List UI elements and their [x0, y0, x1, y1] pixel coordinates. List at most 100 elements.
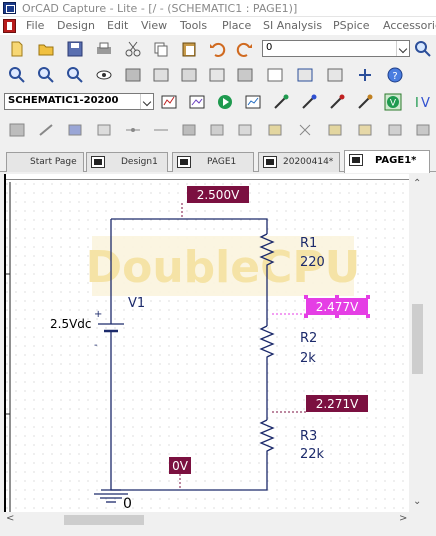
part-search-value: 0	[266, 42, 273, 53]
tab-design1[interactable]: Design1	[86, 152, 168, 172]
bias-voltage-2477-label: 2.477V	[316, 300, 359, 314]
project-manager-icon[interactable]	[296, 66, 314, 84]
menu-edit[interactable]: Edit	[107, 19, 128, 32]
scroll-down-icon[interactable]: ⌄	[413, 496, 421, 507]
place-bus-entry-icon[interactable]	[152, 121, 170, 139]
vertical-scrollbar[interactable]: ⌃ ⌄	[409, 174, 426, 512]
place-pin-icon[interactable]	[386, 121, 404, 139]
bias-voltage-2500-label: 2.500V	[197, 188, 240, 202]
save-icon[interactable]	[66, 40, 84, 58]
place-ground-icon[interactable]	[208, 121, 226, 139]
bias-voltage-2271-label: 2.271V	[316, 397, 359, 411]
enable-bias-current-display-icon[interactable]: IV	[412, 93, 430, 111]
menu-place[interactable]: Place	[222, 19, 251, 32]
help-icon[interactable]: ?	[386, 66, 404, 84]
svg-text:I: I	[415, 96, 419, 111]
tab-page1[interactable]: PAGE1	[172, 152, 254, 172]
current-marker-icon[interactable]	[328, 93, 346, 111]
undo-icon[interactable]	[208, 40, 226, 58]
tab-start-page[interactable]: Start Page	[6, 152, 84, 172]
place-part-icon[interactable]	[8, 121, 26, 139]
netlist-icon[interactable]	[180, 66, 198, 84]
print-icon[interactable]	[95, 40, 113, 58]
new-file-icon[interactable]	[8, 40, 26, 58]
new-simulation-profile-icon[interactable]	[160, 93, 178, 111]
svg-text:?: ?	[392, 71, 397, 82]
place-graphic-icon[interactable]	[356, 121, 374, 139]
copy-icon[interactable]	[152, 40, 170, 58]
power-marker-icon[interactable]	[356, 93, 374, 111]
part-search-combo[interactable]: 0	[262, 40, 410, 57]
help-topics-icon[interactable]	[326, 66, 344, 84]
design-rules-icon[interactable]	[152, 66, 170, 84]
zoom-in-icon[interactable]	[8, 66, 26, 84]
scroll-right-icon[interactable]: >	[399, 513, 407, 524]
voltage-marker-icon[interactable]	[272, 93, 290, 111]
open-folder-icon[interactable]	[37, 40, 55, 58]
snap-to-grid-icon[interactable]	[266, 66, 284, 84]
schematic-select-combo[interactable]: SCHEMATIC1-20200	[4, 93, 154, 110]
v1-value-label[interactable]: 2.5Vdc	[50, 317, 92, 331]
edit-simulation-profile-icon[interactable]	[188, 93, 206, 111]
cross-reference-icon[interactable]	[208, 66, 226, 84]
standard-toolbar: 0	[0, 36, 436, 62]
place-no-connect-icon[interactable]	[296, 121, 314, 139]
redo-icon[interactable]	[236, 40, 254, 58]
zoom-area-icon[interactable]	[66, 66, 84, 84]
chevron-down-icon[interactable]	[140, 94, 153, 109]
place-text-icon[interactable]	[326, 121, 344, 139]
r2-value-label[interactable]: 2k	[300, 351, 316, 366]
draw-toolbar	[0, 117, 436, 143]
r3-value-label[interactable]: 22k	[300, 447, 325, 462]
schematic-canvas[interactable]: DoubleCPU V1 2.5Vdc + - R1 220 R2 2k R3 …	[4, 174, 409, 512]
scroll-left-icon[interactable]: <	[6, 513, 14, 524]
cut-icon[interactable]	[124, 40, 142, 58]
svg-text:V: V	[421, 96, 430, 111]
r2-name-label[interactable]: R2	[300, 331, 317, 346]
run-pspice-icon[interactable]	[216, 93, 234, 111]
place-junction-icon[interactable]	[124, 121, 142, 139]
enable-bias-voltage-display-icon[interactable]: V	[384, 93, 402, 111]
place-power-icon[interactable]	[180, 121, 198, 139]
place-bus-icon[interactable]	[95, 121, 113, 139]
ground-net-label[interactable]: 0	[123, 496, 132, 512]
place-wire-icon[interactable]	[37, 121, 55, 139]
place-port-icon[interactable]	[266, 121, 284, 139]
tab-page1-active[interactable]: PAGE1*	[344, 150, 430, 173]
horizontal-scrollbar[interactable]: < >	[4, 512, 426, 528]
place-table-icon[interactable]	[414, 121, 432, 139]
menu-si-analysis[interactable]: SI Analysis	[263, 19, 322, 32]
view-toolbar: ?	[0, 62, 436, 88]
schematic-select-value: SCHEMATIC1-20200	[8, 95, 119, 106]
view-simulation-results-icon[interactable]	[244, 93, 262, 111]
menu-accessories[interactable]: Accessories	[383, 19, 436, 32]
menu-bar: File Design Edit View Tools Place SI Ana…	[0, 17, 436, 35]
bill-of-materials-icon[interactable]	[236, 66, 254, 84]
horizontal-scroll-thumb[interactable]	[64, 515, 144, 525]
zoom-search-icon[interactable]	[414, 40, 432, 58]
paste-icon[interactable]	[180, 40, 198, 58]
menu-pspice[interactable]: PSpice	[333, 19, 369, 32]
annotate-icon[interactable]	[124, 66, 142, 84]
place-net-alias-icon[interactable]	[66, 121, 84, 139]
orcad-app-icon	[3, 2, 16, 14]
zoom-out-icon[interactable]	[37, 66, 55, 84]
tab-20200414[interactable]: 20200414*	[258, 152, 340, 172]
eye-icon[interactable]	[95, 66, 113, 84]
menu-design[interactable]: Design	[57, 19, 95, 32]
vertical-scroll-thumb[interactable]	[412, 304, 423, 374]
voltage-differential-marker-icon[interactable]	[300, 93, 318, 111]
r3-name-label[interactable]: R3	[300, 429, 317, 444]
v1-name-label[interactable]: V1	[128, 296, 145, 311]
scroll-up-icon[interactable]: ⌃	[413, 178, 421, 189]
r1-name-label[interactable]: R1	[300, 236, 317, 251]
menu-view[interactable]: View	[141, 19, 167, 32]
menu-file[interactable]: File	[26, 19, 44, 32]
place-off-page-connector-icon[interactable]	[236, 121, 254, 139]
r1-value-label[interactable]: 220	[300, 255, 325, 270]
document-icon[interactable]	[3, 19, 16, 33]
library-icon[interactable]	[356, 66, 374, 84]
chevron-down-icon[interactable]	[396, 41, 409, 56]
menu-tools[interactable]: Tools	[180, 19, 207, 32]
tab-label: PAGE1*	[375, 155, 417, 166]
